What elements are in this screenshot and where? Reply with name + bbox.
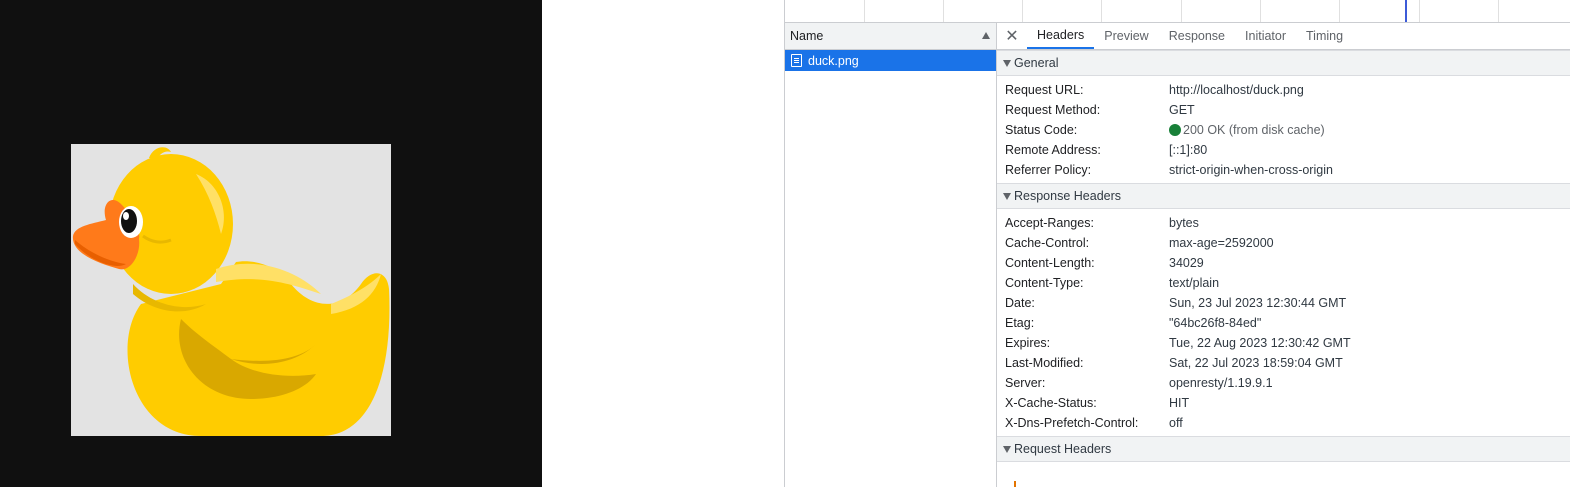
header-row: Content-Type: text/plain (997, 273, 1570, 293)
header-value: http://localhost/duck.png (1169, 83, 1304, 97)
name-column-label: Name (790, 29, 824, 43)
general-section-header[interactable]: General (997, 50, 1570, 76)
header-row: Server: openresty/1.19.9.1 (997, 373, 1570, 393)
status-ok-icon (1169, 124, 1181, 136)
header-value: bytes (1169, 216, 1199, 230)
header-value: off (1169, 416, 1183, 430)
duck-image (71, 144, 391, 436)
header-row: Request URL: http://localhost/duck.png (997, 80, 1570, 100)
header-value: strict-origin-when-cross-origin (1169, 163, 1333, 177)
tab-timing[interactable]: Timing (1296, 23, 1353, 49)
response-headers-body: Accept-Ranges: bytes Cache-Control: max-ag… (997, 209, 1570, 436)
header-value: openresty/1.19.9.1 (1169, 376, 1273, 390)
browser-viewport (0, 0, 542, 487)
header-key: Request URL: (1005, 83, 1084, 97)
sort-ascending-icon (982, 32, 990, 39)
tab-headers[interactable]: Headers (1027, 23, 1095, 49)
request-headers-title: Request Headers (1014, 442, 1112, 456)
header-key: Status Code: (1005, 123, 1078, 137)
header-key: Referrer Policy: (1005, 163, 1092, 177)
header-key: Etag: (1005, 316, 1035, 330)
response-headers-section-header[interactable]: Response Headers (997, 183, 1570, 209)
page-blank-area (542, 0, 784, 487)
tab-preview[interactable]: Preview (1094, 23, 1158, 49)
header-key: Date: (1005, 296, 1035, 310)
header-row: Cache-Control: max-age=2592000 (997, 233, 1570, 253)
header-row: Request Method: GET (997, 100, 1570, 120)
header-row: Content-Length: 34029 (997, 253, 1570, 273)
header-value: HIT (1169, 396, 1190, 410)
general-section-title: General (1014, 56, 1059, 70)
header-key: Request Method: (1005, 103, 1101, 117)
header-value: [::1]:80 (1169, 143, 1208, 157)
devtools-network-panel: Name duck.png ✕ Headers Preview Response… (784, 0, 1570, 487)
header-key: Remote Address: (1005, 143, 1101, 157)
document-icon (791, 54, 802, 67)
header-value: Sat, 22 Jul 2023 18:59:04 GMT (1169, 356, 1343, 370)
network-timeline[interactable] (785, 0, 1570, 23)
header-value: "64bc26f8-84ed" (1169, 316, 1262, 330)
status-text: 200 OK (from disk cache) (1183, 123, 1325, 137)
header-row: X-Dns-Prefetch-Control: off (997, 413, 1570, 433)
header-value: 34029 (1169, 256, 1204, 270)
header-value: max-age=2592000 (1169, 236, 1274, 250)
header-row: Expires: Tue, 22 Aug 2023 12:30:42 GMT (997, 333, 1570, 353)
header-value: GET (1169, 103, 1195, 117)
request-detail-pane: ✕ Headers Preview Response Initiator Tim… (997, 23, 1570, 487)
status-value: 200 OK (from disk cache) (1169, 123, 1325, 137)
header-row: Last-Modified: Sat, 22 Jul 2023 18:59:04 … (997, 353, 1570, 373)
expand-triangle-icon (1003, 445, 1011, 453)
timeline-marker (1405, 0, 1407, 22)
header-value: Sun, 23 Jul 2023 12:30:44 GMT (1169, 296, 1347, 310)
name-column-header[interactable]: Name (785, 23, 996, 50)
tab-initiator[interactable]: Initiator (1235, 23, 1296, 49)
header-key: Content-Length: (1005, 256, 1095, 270)
response-headers-title: Response Headers (1014, 189, 1122, 203)
header-key: Expires: (1005, 336, 1051, 350)
header-row: Accept-Ranges: bytes (997, 213, 1570, 233)
request-list-pane: Name duck.png (785, 23, 997, 487)
rubber-duck-icon (72, 147, 390, 436)
request-name: duck.png (808, 53, 859, 68)
header-row: Status Code: 200 OK (from disk cache) (997, 120, 1570, 140)
header-row: Remote Address: [::1]:80 (997, 140, 1570, 160)
detail-tabs: ✕ Headers Preview Response Initiator Tim… (997, 23, 1570, 50)
text-cursor (1014, 481, 1016, 487)
tab-response[interactable]: Response (1159, 23, 1235, 49)
header-row: X-Cache-Status: HIT (997, 393, 1570, 413)
expand-triangle-icon (1003, 192, 1011, 200)
general-section-body: Request URL: http://localhost/duck.png R… (997, 76, 1570, 183)
header-row: Date: Sun, 23 Jul 2023 12:30:44 GMT (997, 293, 1570, 313)
header-key: Cache-Control: (1005, 236, 1090, 250)
request-row-duck[interactable]: duck.png (785, 50, 996, 71)
header-key: X-Dns-Prefetch-Control: (1005, 416, 1139, 430)
request-headers-section-header[interactable]: Request Headers (997, 436, 1570, 462)
header-key: Accept-Ranges: (1005, 216, 1094, 230)
header-key: X-Cache-Status: (1005, 396, 1097, 410)
header-key: Last-Modified: (1005, 356, 1084, 370)
header-value: text/plain (1169, 276, 1220, 290)
expand-triangle-icon (1003, 59, 1011, 67)
close-icon[interactable]: ✕ (997, 23, 1027, 49)
header-row: Referrer Policy: strict-origin-when-cros… (997, 160, 1570, 180)
header-key: Content-Type: (1005, 276, 1084, 290)
header-row: Etag: "64bc26f8-84ed" (997, 313, 1570, 333)
header-value: Tue, 22 Aug 2023 12:30:42 GMT (1169, 336, 1351, 350)
header-key: Server: (1005, 376, 1046, 390)
